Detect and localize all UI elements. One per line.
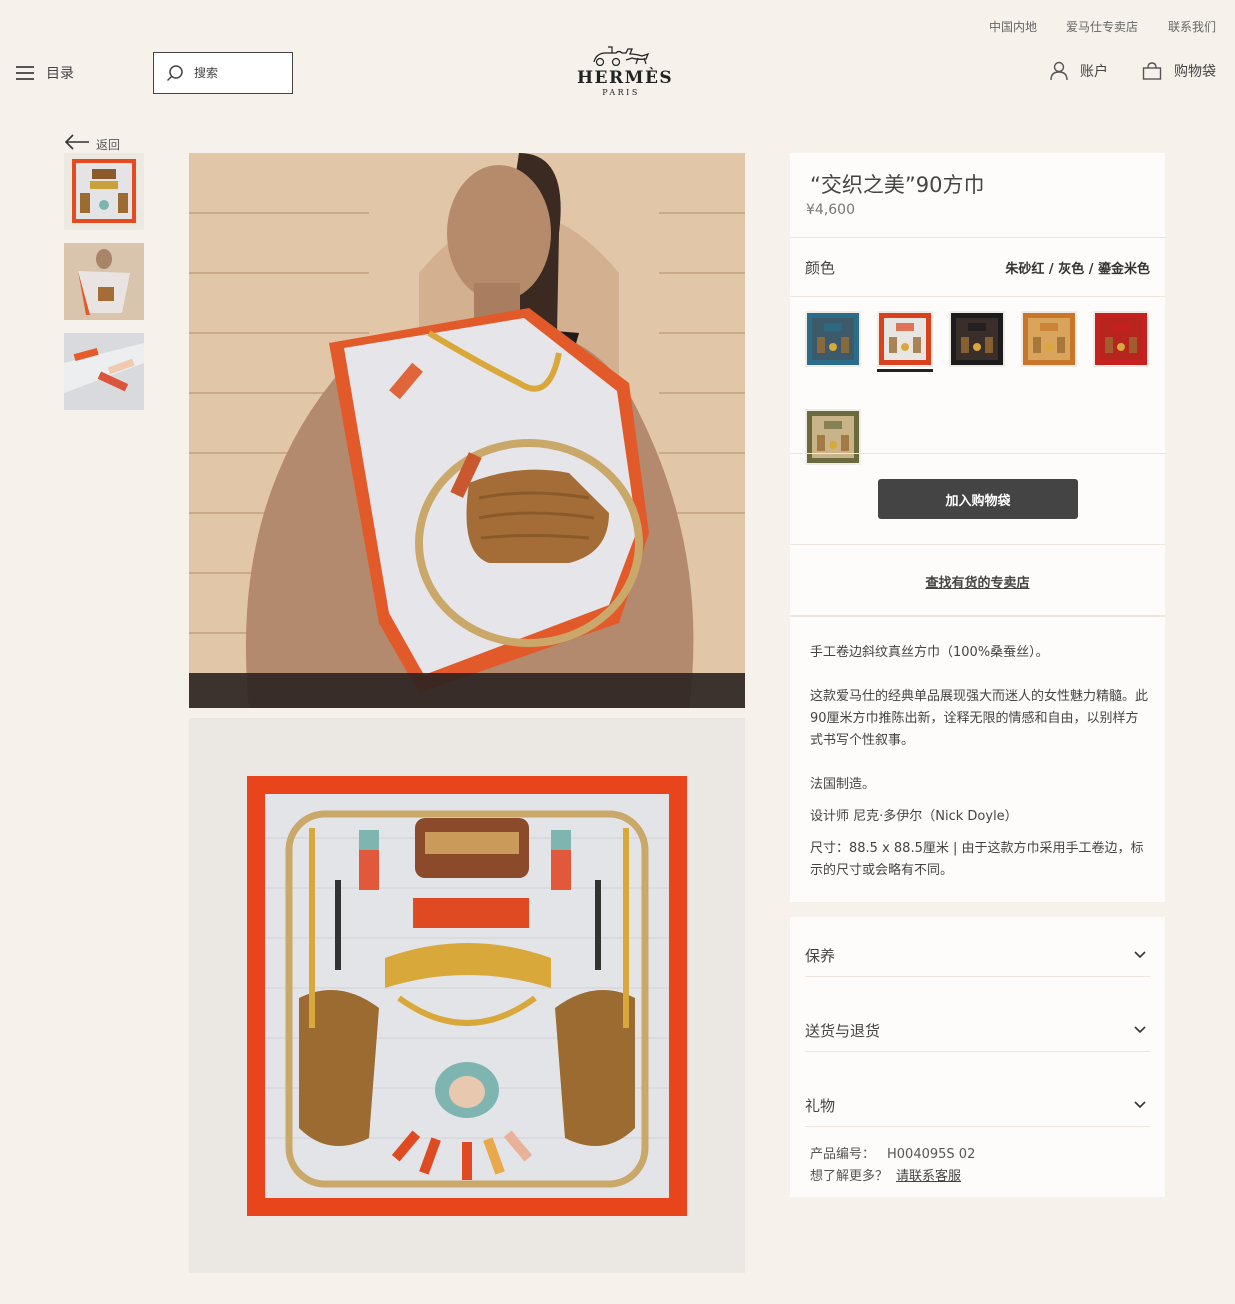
thumbnail-scarf[interactable] [64,153,144,230]
model-photo [189,153,745,708]
swatch-scarf-image [879,313,931,365]
product-title: “交织之美”90方巾 [810,173,985,197]
description-material: 手工卷边斜纹真丝方巾（100%桑蚕丝）。 [810,645,1049,660]
accordion-shipping[interactable]: 送货与退货 [805,992,1150,1052]
contact-link[interactable]: 联系我们 [1168,18,1216,35]
back-label: 返回 [96,138,121,152]
chevron-down-icon [1134,1101,1146,1109]
divider [790,296,1165,297]
store-link[interactable]: 爱马仕专卖店 [1066,18,1138,35]
swatch-scarf-image [1023,313,1075,365]
sku-value: H004095S 02 [887,1147,976,1162]
back-link[interactable]: 返回 [64,130,120,153]
divider [790,615,1165,617]
accordion-gift[interactable]: 礼物 [805,1067,1150,1127]
region-link[interactable]: 中国内地 [989,18,1037,35]
color-value: 朱砂红 / 灰色 / 鎏金米色 [1005,262,1150,277]
hermes-logo[interactable]: HERMÈS PARIS [577,44,674,97]
thumbnail-model[interactable] [64,243,144,320]
swatch-cinnabar-grey-gold[interactable] [877,311,933,372]
chevron-down-icon [1134,1026,1146,1034]
chevron-down-icon [1134,951,1146,959]
add-to-bag-button[interactable]: 加入购物袋 [878,479,1078,519]
sku-row: 产品编号： H004095S 02 [810,1143,975,1162]
utility-bar: 中国内地 爱马仕专卖店 联系我们 [0,0,1235,50]
menu-label: 目录 [46,66,74,82]
bag-button[interactable]: 购物袋 [1142,61,1216,81]
divider [790,453,1165,454]
find-store-link[interactable]: 查找有货的专卖店 [790,572,1165,591]
account-button[interactable]: 账户 [1050,61,1108,81]
product-image-model[interactable] [189,153,745,708]
swatch-scarf-image [1095,313,1147,365]
thumbnail-detail[interactable] [64,333,144,410]
accordion-care-label: 保养 [805,947,836,965]
help-label: 想了解更多？ [810,1169,889,1184]
description-designer: 设计师 尼克·多伊尔（Nick Doyle） [810,809,1018,824]
swatch-red[interactable] [1093,311,1149,367]
shopping-bag-icon [1142,62,1162,80]
header: 目录 HERMÈS PARIS 账户 购物袋 [0,46,1235,110]
product-price: ¥4,600 [806,202,855,218]
carriage-icon [593,46,650,67]
account-label: 账户 [1080,64,1108,80]
info-panel: 保养 送货与退货 礼物 产品编号： H004095S 02 想了解更多？ 请联系客服 [790,917,1165,1197]
divider [790,544,1165,545]
thumbnail-scarf-image [64,153,144,230]
swatch-black[interactable] [949,311,1005,367]
description-story: 这款爱马仕的经典单品展现强大而迷人的女性魅力精髓。此90厘米方巾推陈出新，诠释无… [810,689,1149,748]
contact-service-link[interactable]: 请联系客服 [896,1169,961,1184]
accordion-gift-label: 礼物 [805,1097,836,1115]
search-icon [166,65,183,82]
menu-button[interactable]: 目录 [16,63,74,83]
help-row: 想了解更多？ 请联系客服 [810,1165,961,1184]
logo-sub: PARIS [602,88,640,97]
arrow-left-icon [64,133,89,150]
thumbnail-detail-image [64,333,144,410]
search-box[interactable] [153,52,293,94]
description-size: 尺寸：88.5 x 88.5厘米 | 由于这款方巾采用手工卷边，标示的尺寸或会略… [810,841,1144,878]
accordion-care[interactable]: 保养 [805,917,1150,977]
divider [790,237,1165,238]
logo-name: HERMÈS [577,68,674,88]
bag-label: 购物袋 [1174,64,1216,80]
description-origin: 法国制造。 [810,777,876,792]
swatch-scarf-image [951,313,1003,365]
accordion-shipping-label: 送货与退货 [805,1022,881,1040]
color-label: 颜色 [805,259,836,277]
swatch-blue[interactable] [805,311,861,367]
thumbnail-model-image [64,243,144,320]
swatch-scarf-image [807,411,859,463]
search-input[interactable] [194,66,284,80]
hamburger-icon [16,66,34,80]
product-image-scarf[interactable] [189,718,745,1273]
scarf-photo [189,718,745,1273]
product-panel: “交织之美”90方巾 ¥4,600 颜色 朱砂红 / 灰色 / 鎏金米色 加入购… [790,153,1165,902]
sku-label: 产品编号： [810,1147,876,1162]
swatch-scarf-image [807,313,859,365]
swatch-gold[interactable] [1021,311,1077,367]
user-icon [1050,61,1068,81]
swatch-khaki[interactable] [805,409,861,465]
